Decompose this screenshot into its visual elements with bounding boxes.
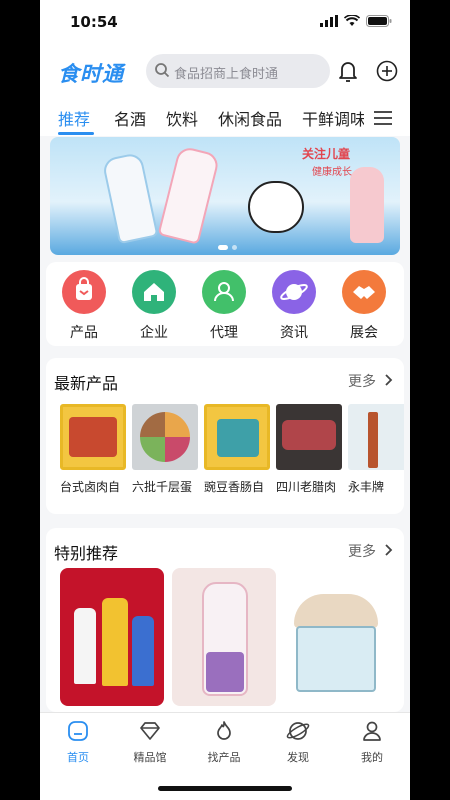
nav-discover[interactable]: 发现 [268, 719, 328, 765]
nav-label: 找产品 [207, 751, 241, 764]
bell-icon[interactable] [338, 60, 358, 82]
flame-icon [217, 721, 231, 740]
nav-find-products[interactable]: 找产品 [194, 719, 254, 765]
category-products[interactable]: 产品 [54, 270, 114, 342]
tab-active-indicator [58, 132, 94, 135]
chevron-right-icon[interactable] [384, 373, 394, 387]
product-image [204, 404, 270, 470]
status-bar: 10:54 [40, 0, 410, 44]
product-card[interactable]: 永丰牌 [348, 404, 404, 495]
diamond-icon [140, 722, 160, 740]
product-name: 四川老腊肉 [276, 480, 337, 494]
product-name: 台式卤肉自 [60, 480, 121, 494]
banner-subtitle: 健康成长 [312, 167, 352, 178]
add-circle-icon[interactable] [376, 60, 398, 82]
category-label: 展会 [350, 325, 378, 341]
nav-label: 首页 [67, 751, 89, 764]
menu-icon[interactable] [374, 110, 392, 126]
product-name: 永丰牌 [348, 480, 385, 494]
product-image [132, 404, 198, 470]
category-label: 代理 [210, 325, 238, 341]
product-card[interactable]: 豌豆香肠自 [204, 404, 270, 495]
category-exhibitions[interactable]: 展会 [334, 270, 394, 342]
status-icons [320, 15, 392, 27]
nav-boutique[interactable]: 精品馆 [120, 719, 180, 765]
tab-dried-seasoning[interactable]: 干鲜调味 [302, 106, 364, 130]
banner-pager [218, 245, 237, 250]
planet-icon [272, 270, 316, 314]
product-image [276, 404, 342, 470]
banner-bottle-image [101, 151, 159, 245]
category-tabs: 推荐 名酒 饮料 休闲食品 干鲜调味 [40, 100, 410, 136]
person-icon [202, 270, 246, 314]
signal-icon [320, 15, 338, 27]
bag-icon [62, 270, 106, 314]
nav-home[interactable]: 首页 [48, 719, 108, 765]
featured-card[interactable] [60, 568, 164, 706]
tab-snacks[interactable]: 休闲食品 [218, 106, 282, 130]
section-title: 特别推荐 [54, 544, 119, 563]
banner-headline: 关注儿童 [302, 147, 351, 161]
featured-card[interactable] [284, 568, 388, 706]
more-link[interactable]: 更多 [348, 541, 376, 561]
nav-label: 我的 [361, 751, 383, 764]
product-card[interactable]: 四川老腊肉 [276, 404, 342, 495]
category-news[interactable]: 资讯 [264, 270, 324, 342]
featured-section: 特别推荐 更多 [46, 528, 404, 712]
status-time: 10:54 [70, 13, 118, 31]
cow-mascot-image [248, 181, 304, 233]
product-image [206, 652, 244, 692]
category-label: 资讯 [280, 325, 308, 341]
product-name: 六批千层蛋 [132, 480, 193, 494]
product-name: 豌豆香肠自 [204, 480, 265, 494]
category-companies[interactable]: 企业 [124, 270, 184, 342]
search-icon [155, 63, 170, 78]
top-header: 食时通 食品招商上食时通 [40, 44, 410, 100]
product-card[interactable]: 六批千层蛋 [132, 404, 198, 495]
product-card[interactable]: 台式卤肉自 [60, 404, 126, 495]
banner-bottle-image [350, 167, 384, 243]
compass-planet-icon [286, 722, 310, 740]
handshake-icon [342, 270, 386, 314]
featured-card[interactable] [172, 568, 276, 706]
product-image [294, 594, 378, 628]
nav-label: 精品馆 [133, 751, 167, 764]
product-image [348, 404, 404, 470]
house-icon [132, 270, 176, 314]
tab-liquor[interactable]: 名酒 [114, 106, 146, 130]
pager-dot [218, 245, 228, 250]
banner-bottle-image [157, 145, 221, 245]
tab-drinks[interactable]: 饮料 [166, 106, 198, 130]
app-screen: 10:54 食时通 食品招商上食时通 推荐 名酒 饮料 休闲食品 干鲜调味 关注… [40, 0, 410, 800]
product-image [74, 608, 96, 684]
category-label: 企业 [140, 325, 168, 341]
section-title: 最新产品 [54, 374, 119, 393]
search-placeholder: 食品招商上食时通 [174, 67, 279, 82]
chevron-right-icon[interactable] [384, 543, 394, 557]
search-bar[interactable]: 食品招商上食时通 [146, 54, 330, 88]
tab-strip: 推荐 名酒 饮料 休闲食品 干鲜调味 [40, 100, 364, 136]
product-image [132, 616, 154, 686]
more-link[interactable]: 更多 [348, 371, 376, 391]
product-image [60, 404, 126, 470]
home-icon [68, 721, 88, 741]
tab-recommend[interactable]: 推荐 [58, 106, 90, 130]
user-icon [363, 721, 381, 741]
nav-profile[interactable]: 我的 [342, 719, 402, 765]
category-agents[interactable]: 代理 [194, 270, 254, 342]
home-indicator [158, 786, 292, 791]
pager-dot [232, 245, 237, 250]
promo-banner[interactable]: 关注儿童 健康成长 [50, 137, 400, 255]
product-image [102, 598, 128, 686]
product-image [296, 626, 376, 692]
nav-label: 发现 [287, 751, 309, 764]
wifi-icon [344, 15, 360, 26]
battery-icon [366, 15, 392, 27]
category-label: 产品 [70, 325, 98, 341]
latest-products-section: 最新产品 更多 台式卤肉自 六批千层蛋 豌豆香肠自 四川老腊肉 永丰牌 [46, 358, 404, 514]
app-logo: 食时通 [58, 62, 124, 86]
quick-categories: 产品 企业 代理 资讯 展会 [46, 262, 404, 346]
